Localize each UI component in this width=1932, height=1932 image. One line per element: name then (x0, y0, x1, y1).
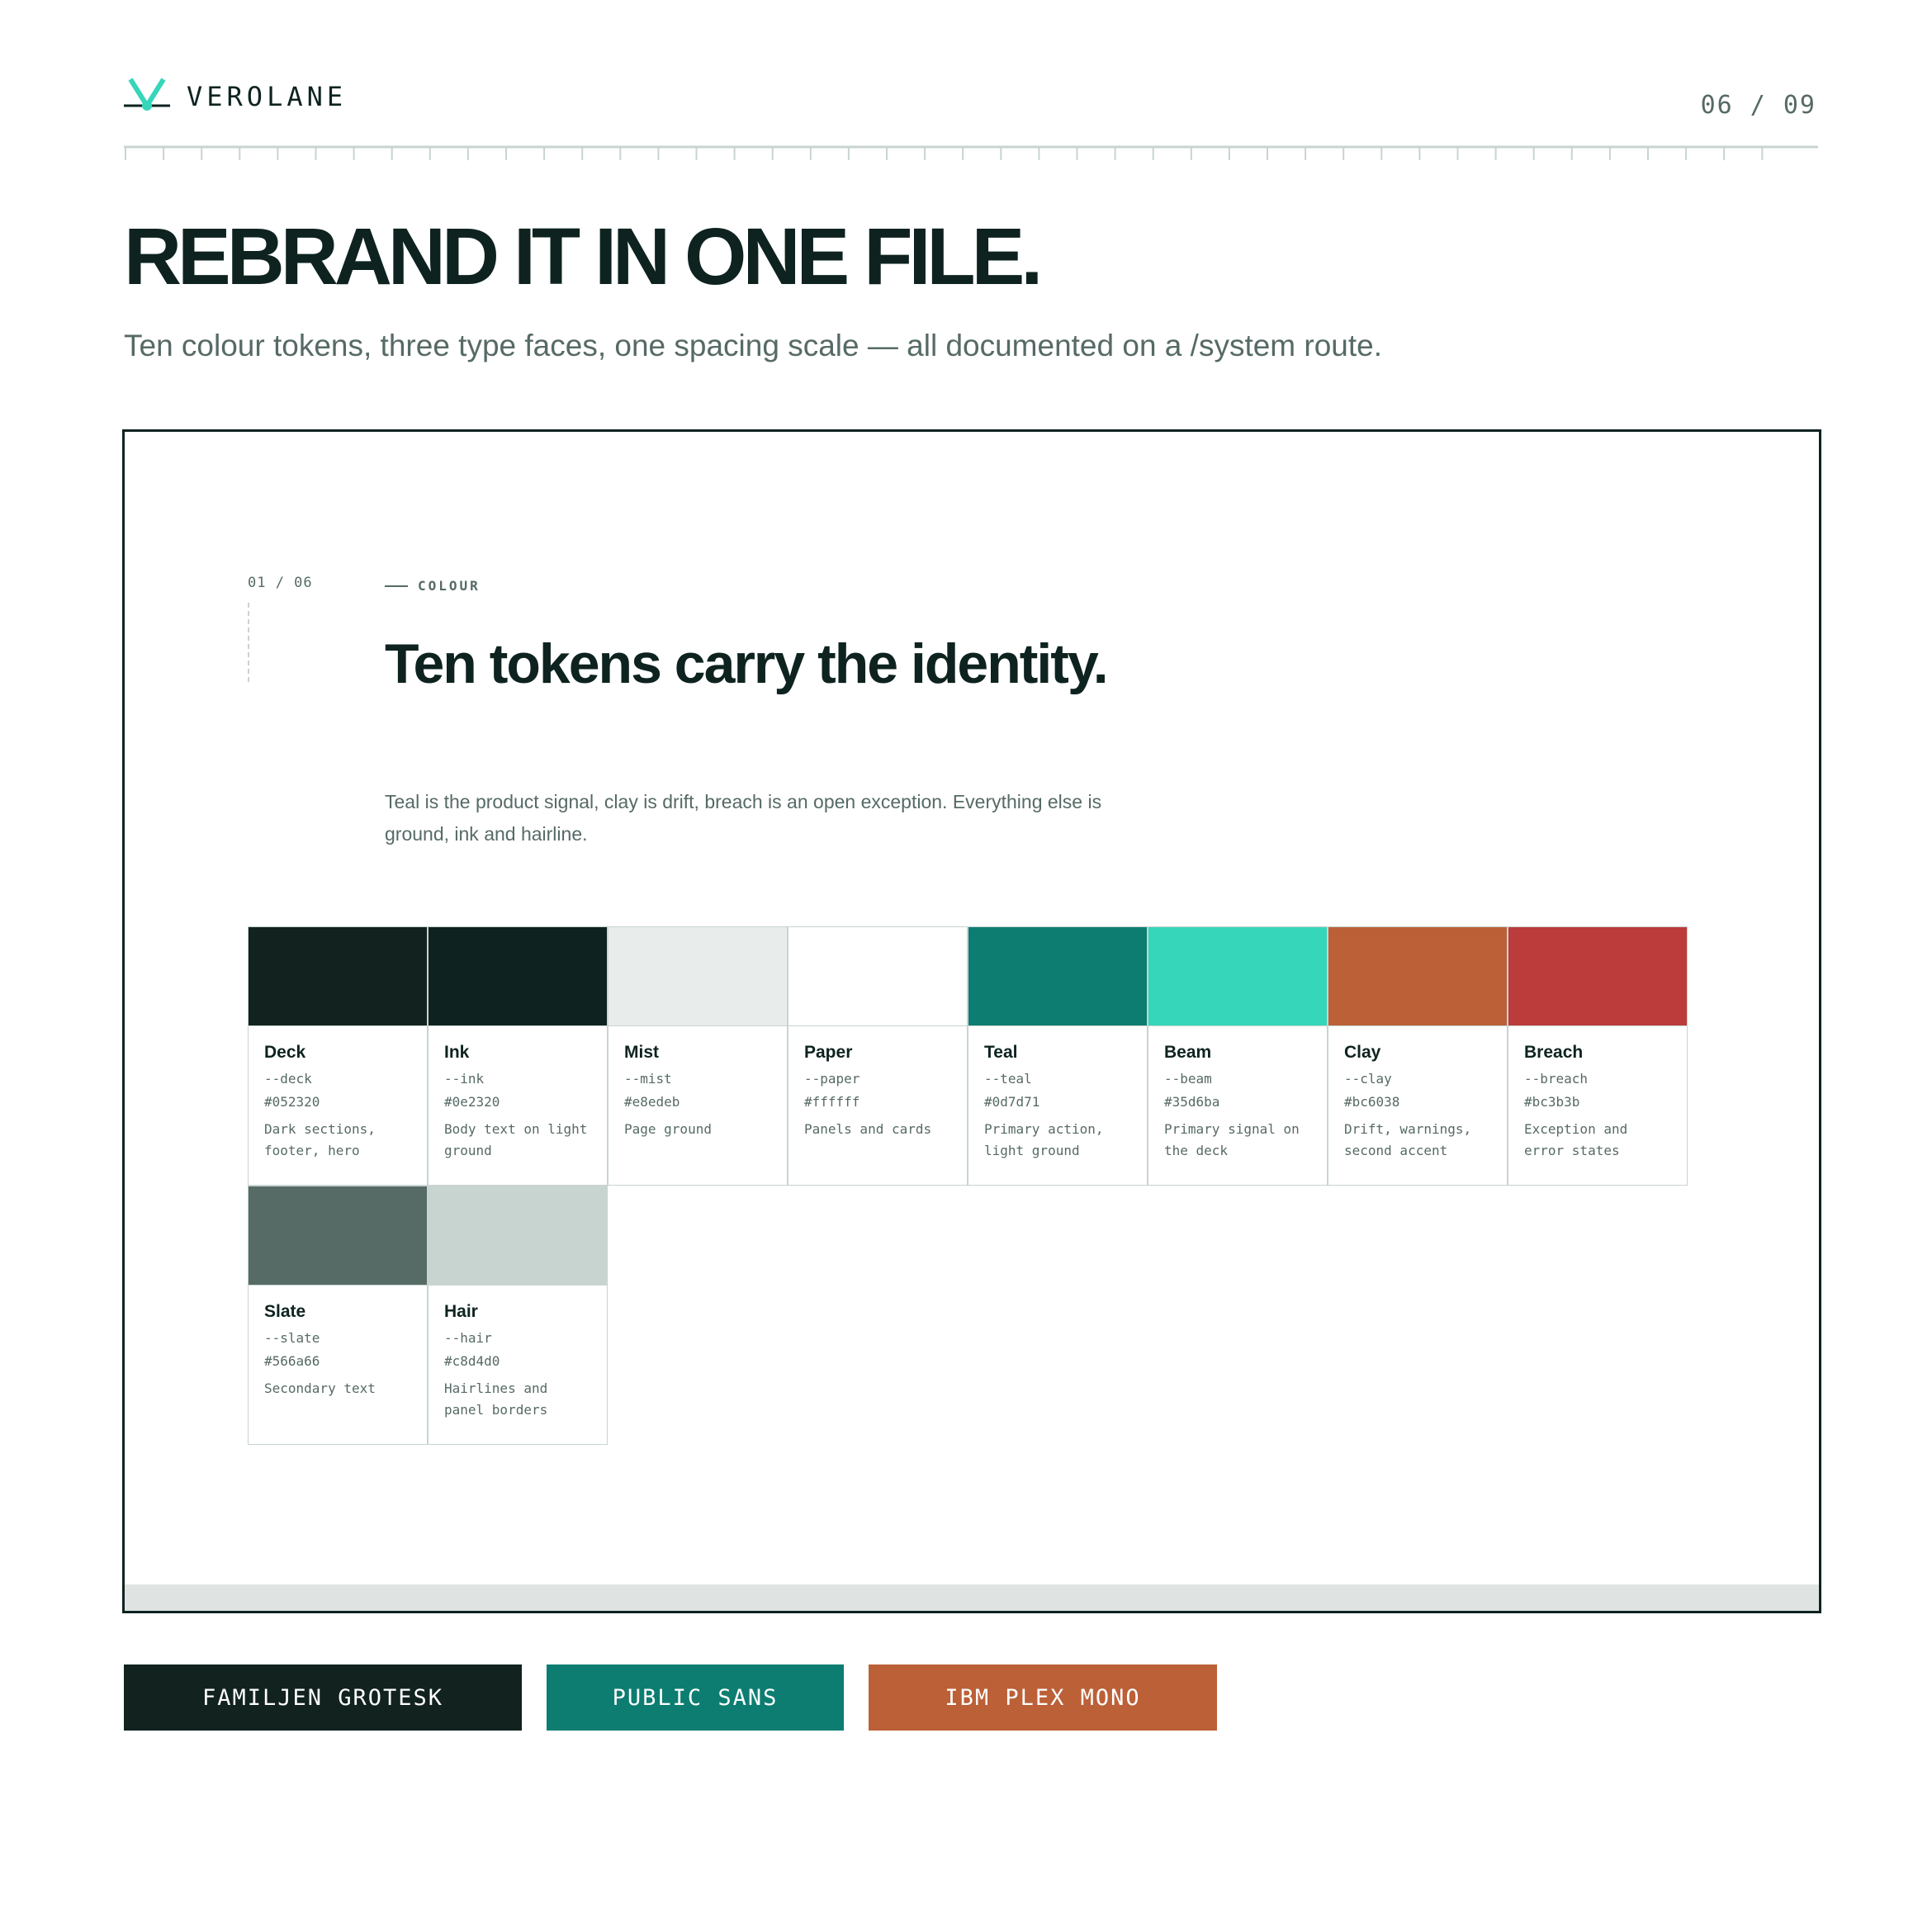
token-var: --breach (1524, 1071, 1589, 1087)
token-hex: #bc6038 (1344, 1094, 1400, 1110)
token-name: Clay (1344, 1043, 1381, 1062)
token-name: Breach (1524, 1043, 1584, 1062)
brand: VEROLANE (124, 78, 347, 116)
token-var: --paper (804, 1071, 860, 1087)
token-card: Teal --teal #0d7d71 Primary action, ligh… (968, 926, 1148, 1186)
page-indicator: 06 / 09 (1700, 91, 1816, 120)
ruler-divider (124, 145, 1818, 160)
token-hex: #ffffff (804, 1094, 860, 1110)
token-var: --deck (264, 1071, 312, 1087)
token-desc: Primary signal on the deck (1164, 1121, 1300, 1158)
token-hex: #e8edeb (624, 1094, 680, 1110)
token-card: Mist --mist #e8edeb Page ground (608, 926, 788, 1186)
token-name: Mist (624, 1043, 659, 1062)
token-card: Paper --paper #ffffff Panels and cards (788, 926, 968, 1186)
token-hex: #566a66 (264, 1353, 320, 1369)
token-var: --beam (1164, 1071, 1212, 1087)
token-hex: #35d6ba (1164, 1094, 1220, 1110)
token-swatch (1508, 927, 1687, 1026)
typeface-chip-familjen-grotesk: FAMILJEN GROTESK (124, 1664, 522, 1731)
token-card: Beam --beam #35d6ba Primary signal on th… (1148, 926, 1328, 1186)
token-desc: Dark sections, footer, hero (264, 1121, 376, 1158)
token-desc: Page ground (624, 1121, 712, 1137)
token-swatch (429, 927, 607, 1026)
token-card: Slate --slate #566a66 Secondary text (248, 1186, 428, 1445)
page-title: REBRAND IT IN ONE FILE. (124, 211, 1043, 301)
token-desc: Primary action, light ground (984, 1121, 1104, 1158)
section-title: Ten tokens carry the identity. (385, 632, 1109, 695)
token-swatch (968, 927, 1147, 1026)
token-desc: Hairlines and panel borders (444, 1380, 548, 1418)
token-name: Hair (444, 1302, 478, 1321)
token-var: --teal (984, 1071, 1032, 1087)
typeface-chip-public-sans: PUBLIC SANS (547, 1664, 844, 1731)
token-swatch (1328, 927, 1507, 1026)
token-hex: #0d7d71 (984, 1094, 1040, 1110)
token-swatch (1148, 927, 1327, 1026)
section-eyebrow: COLOUR (385, 578, 481, 594)
token-var: --mist (624, 1071, 672, 1087)
token-swatch (608, 927, 787, 1026)
token-var: --slate (264, 1330, 320, 1346)
token-swatch (788, 927, 967, 1026)
token-var: --clay (1344, 1071, 1392, 1087)
token-desc: Panels and cards (804, 1121, 932, 1137)
page-subtitle: Ten colour tokens, three type faces, one… (124, 329, 1383, 362)
typeface-chip-ibm-plex-mono: IBM PLEX MONO (869, 1664, 1217, 1731)
token-hex: #052320 (264, 1094, 320, 1110)
token-var: --hair (444, 1330, 492, 1346)
token-card: Clay --clay #bc6038 Drift, warnings, sec… (1328, 926, 1508, 1186)
token-desc: Secondary text (264, 1380, 376, 1396)
verolane-logo-icon (124, 78, 170, 111)
brand-name: VEROLANE (187, 81, 348, 112)
token-card: Hair --hair #c8d4d0 Hairlines and panel … (428, 1186, 608, 1445)
token-hex: #bc3b3b (1524, 1094, 1580, 1110)
token-card: Ink --ink #0e2320 Body text on light gro… (428, 926, 608, 1186)
token-name: Beam (1164, 1043, 1212, 1062)
token-name: Slate (264, 1302, 306, 1321)
eyebrow-dash (385, 585, 408, 587)
token-name: Deck (264, 1043, 306, 1062)
token-desc: Body text on light ground (444, 1121, 588, 1158)
token-desc: Exception and error states (1524, 1121, 1628, 1158)
token-name: Teal (984, 1043, 1018, 1062)
frame-footer-band (125, 1584, 1819, 1611)
section-body: Teal is the product signal, clay is drif… (385, 791, 1102, 845)
token-hex: #c8d4d0 (444, 1353, 500, 1369)
token-name: Paper (804, 1043, 853, 1062)
token-card: Deck --deck #052320 Dark sections, foote… (248, 926, 428, 1186)
eyebrow-label: COLOUR (418, 578, 481, 594)
token-var: --ink (444, 1071, 485, 1087)
token-hex: #0e2320 (444, 1094, 500, 1110)
token-card: Breach --breach #bc3b3b Exception and er… (1508, 926, 1688, 1186)
token-name: Ink (444, 1043, 470, 1062)
token-swatch (429, 1186, 607, 1286)
section-index: 01 / 06 (248, 575, 313, 591)
token-swatch (249, 1186, 427, 1286)
section-dotted-rule (248, 603, 249, 682)
token-swatch (249, 927, 427, 1026)
token-desc: Drift, warnings, second accent (1344, 1121, 1472, 1158)
